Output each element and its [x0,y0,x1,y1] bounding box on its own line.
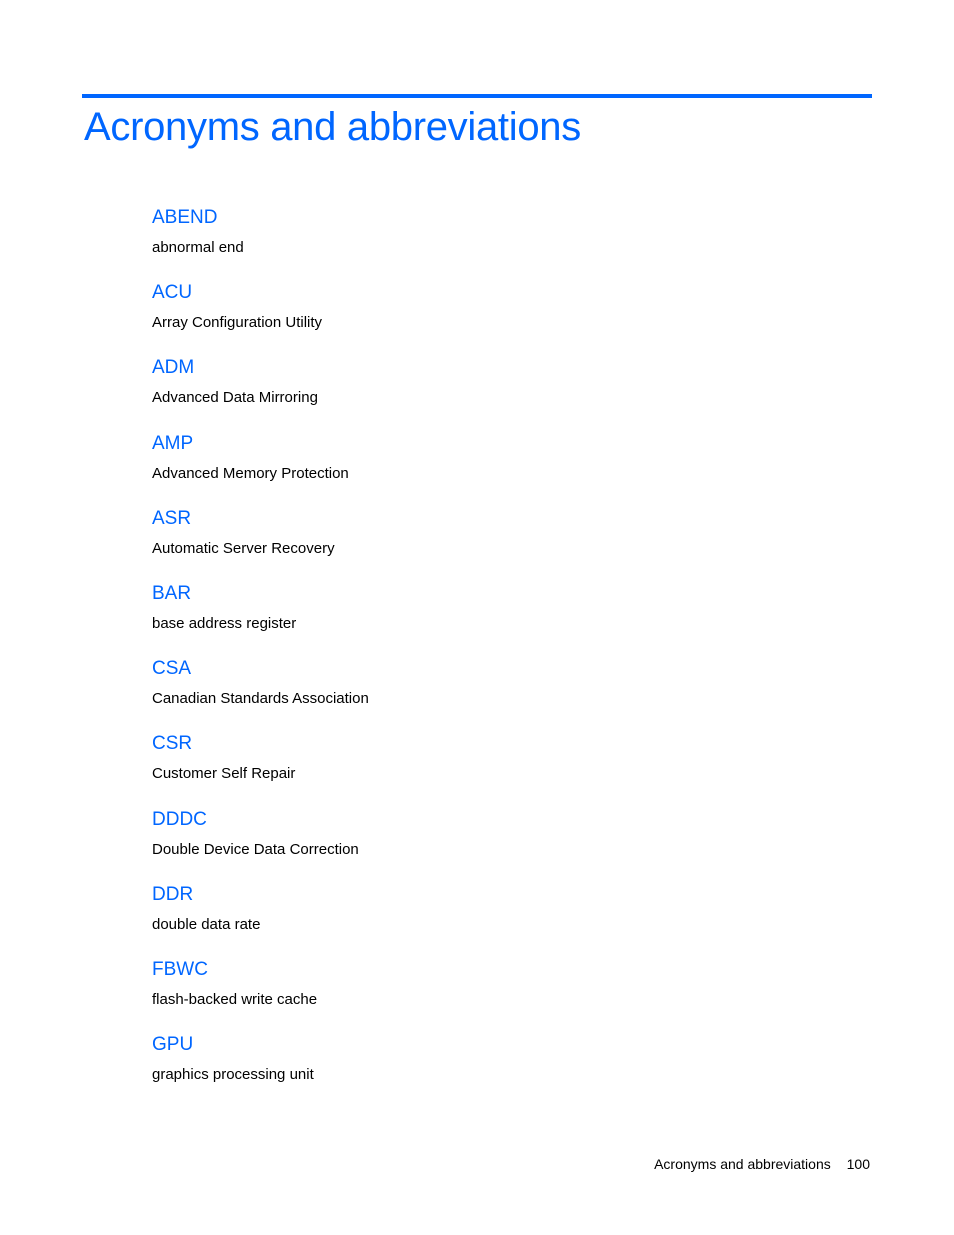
acronym-list: ABEND abnormal end ACU Array Configurati… [152,203,369,1105]
acronym-term: BAR [152,582,192,604]
acronym-entry: BAR base address register [152,579,369,654]
acronym-term: ADM [152,357,195,379]
acronym-entry: CSA Canadian Standards Association [152,654,369,729]
acronym-term: CSR [152,733,193,755]
acronym-entry: DDDC Double Device Data Correction [152,805,369,880]
acronym-entry: ADM Advanced Data Mirroring [152,353,369,428]
acronym-definition: Array Configuration Utility [152,314,323,332]
acronym-term: ABEND [152,207,218,228]
acronym-definition: Double Device Data Correction [152,840,359,858]
acronym-definition: Advanced Data Mirroring [152,389,318,407]
acronym-term: DDR [152,883,194,905]
acronym-definition: double data rate [152,915,261,933]
acronym-entry: ABEND abnormal end [152,203,369,278]
acronym-entry: CSR Customer Self Repair [152,729,369,804]
acronym-entry: ACU Array Configuration Utility [152,278,369,353]
acronym-term: DDDC [152,808,207,830]
acronym-definition: flash-backed write cache [152,990,318,1008]
acronym-entry: FBWC flash-backed write cache [152,955,369,1030]
acronym-term: CSA [152,658,192,680]
acronym-term: GPU [152,1034,194,1056]
acronym-definition: Canadian Standards Association [152,690,369,708]
acronym-term: ASR [152,507,192,529]
acronym-term: ACU [152,282,193,304]
page-title: Acronyms and abbreviations [84,105,581,149]
acronym-definition: base address register [152,614,297,632]
acronym-definition: Customer Self Repair [152,765,296,783]
title-rule [82,94,872,98]
acronym-definition: abnormal end [152,239,244,256]
footer-section-title: Acronyms and abbreviations [654,1156,831,1172]
acronym-entry: AMP Advanced Memory Protection [152,429,369,504]
acronym-entry: ASR Automatic Server Recovery [152,504,369,579]
acronym-term: AMP [152,432,194,454]
acronym-entry: GPU graphics processing unit [152,1030,369,1105]
acronym-definition: Advanced Memory Protection [152,464,349,482]
acronym-entry: DDR double data rate [152,880,369,955]
page-number: 100 [846,1156,870,1172]
acronym-definition: Automatic Server Recovery [152,539,335,557]
acronym-definition: graphics processing unit [152,1066,314,1084]
acronym-term: FBWC [152,958,208,980]
page-footer: Acronyms and abbreviations 100 [654,1156,870,1172]
